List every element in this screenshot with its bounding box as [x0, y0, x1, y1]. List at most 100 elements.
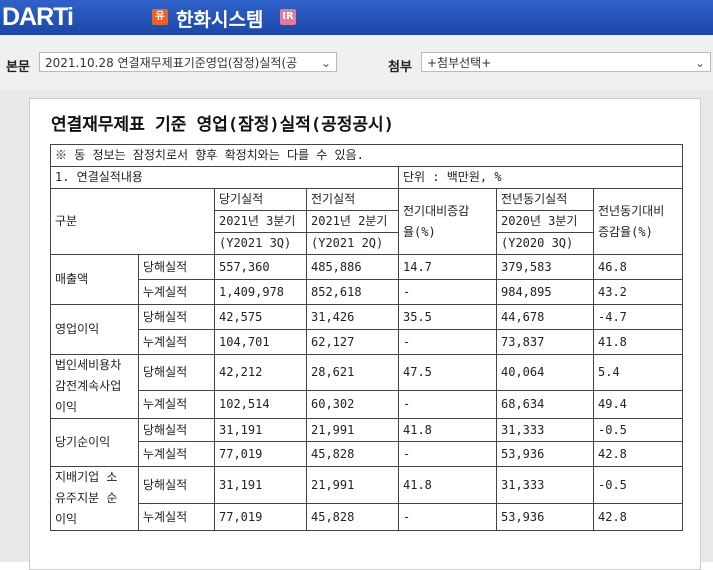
- cell-yoy-rate: 42.8: [593, 441, 683, 467]
- cell-prev: 852,618: [306, 279, 399, 305]
- current-code: (Y2021 3Q): [214, 232, 307, 255]
- cell-prev: 45,828: [306, 441, 399, 467]
- item-name: 법인세비용차 감전계속사업 이익: [50, 354, 139, 419]
- cell-prev: 21,991: [306, 418, 399, 442]
- attachment-select[interactable]: +첨부선택+ ⌄: [421, 52, 711, 72]
- cell-type: 누계실적: [138, 389, 215, 420]
- cell-cur: 42,575: [214, 304, 307, 330]
- cell-cur: 31,191: [214, 465, 307, 505]
- page-title: 연결재무제표 기준 영업(잠정)실적(공정공시): [51, 115, 394, 135]
- cell-yoy: 53,936: [496, 441, 594, 467]
- chevron-down-icon: ⌄: [694, 56, 705, 70]
- cell-yoy: 31,333: [496, 418, 594, 442]
- document-page: 연결재무제표 기준 영업(잠정)실적(공정공시) ※ 동 정보는 잠정치로서 향…: [29, 98, 701, 570]
- cell-type: 당해실적: [138, 304, 215, 330]
- cell-prev: 28,621: [306, 354, 399, 391]
- cell-yoy-rate: 42.8: [593, 503, 683, 531]
- cell-qoq: 41.8: [398, 465, 497, 505]
- cell-cur: 42,212: [214, 354, 307, 391]
- cell-type: 당해실적: [138, 418, 215, 442]
- cell-qoq: -: [398, 389, 497, 420]
- cell-yoy-rate: -0.5: [593, 418, 683, 442]
- prior-code: (Y2021 2Q): [306, 232, 399, 255]
- document-viewer: 연결재무제표 기준 영업(잠정)실적(공정공시) ※ 동 정보는 잠정치로서 향…: [0, 90, 713, 570]
- cell-prev: 485,886: [306, 254, 399, 280]
- category-header: 구분: [50, 188, 215, 255]
- table-body: 매출액 당해실적 557,360 485,886 14.7 379,583 46.8 누계실적…: [50, 254, 683, 531]
- cell-qoq: 41.8: [398, 418, 497, 442]
- cell-cur: 1,409,978: [214, 279, 307, 305]
- section-label: 1. 연결실적내용: [50, 166, 399, 189]
- cell-type: 누계실적: [138, 441, 215, 467]
- table-row: 영업이익 당해실적 42,575 31,426 35.5 44,678 -4.7: [50, 304, 683, 355]
- cell-cur: 31,191: [214, 418, 307, 442]
- cell-yoy-rate: 46.8: [593, 254, 683, 280]
- table-row: 지배기업 소 유주지분 순 이익 당해실적 31,191 21,991 41.8 31,333…: [50, 465, 683, 531]
- current-period-header: 당기실적: [214, 188, 307, 211]
- yoy-code: (Y2020 3Q): [496, 232, 594, 255]
- cell-yoy: 73,837: [496, 329, 594, 355]
- cell-qoq: 14.7: [398, 254, 497, 280]
- report-select[interactable]: 2021.10.28 연결재무제표기준영업(잠정)실적(공 ⌄: [39, 52, 337, 72]
- cell-cur: 557,360: [214, 254, 307, 280]
- report-label: 본문: [6, 60, 30, 75]
- cell-yoy-rate: -0.5: [593, 465, 683, 505]
- cell-yoy-rate: 5.4: [593, 354, 683, 391]
- item-name: 지배기업 소 유주지분 순 이익: [50, 466, 139, 531]
- item-name: 당기순이익: [50, 418, 139, 467]
- notice-text: ※ 동 정보는 잠정치로서 향후 확정치와는 다를 수 있음.: [50, 144, 683, 167]
- cell-yoy: 379,583: [496, 254, 594, 280]
- cell-yoy: 53,936: [496, 503, 594, 531]
- qoq-rate-header: 전기대비증감 율(%): [398, 188, 497, 255]
- dart-logo[interactable]: DARTi: [2, 3, 74, 32]
- cell-type: 누계실적: [138, 503, 215, 531]
- cell-qoq: -: [398, 279, 497, 305]
- table-row: 누계실적 77,019 45,828-53,936 42.8: [51, 441, 683, 467]
- cell-type: 당해실적: [138, 254, 215, 280]
- document-selector-bar: 본문 2021.10.28 연결재무제표기준영업(잠정)실적(공 ⌄ 첨부 +첨…: [0, 35, 713, 90]
- cell-yoy-rate: 49.4: [593, 389, 683, 420]
- yoy-period-header: 전년동기실적: [496, 188, 594, 211]
- table-row: 매출액 당해실적 557,360 485,886 14.7 379,583 46.8: [50, 254, 683, 305]
- cell-yoy: 984,895: [496, 279, 594, 305]
- cell-yoy: 44,678: [496, 304, 594, 330]
- disclosure-badge-icon[interactable]: 유: [152, 9, 168, 25]
- cell-cur: 77,019: [214, 441, 307, 467]
- report-select-value: 2021.10.28 연결재무제표기준영업(잠정)실적(공: [45, 56, 298, 70]
- attachment-label: 첨부: [388, 60, 412, 75]
- table-row: 법인세비용차 감전계속사업 이익 당해실적 42,212 28,621 47.5 40,064…: [50, 354, 683, 419]
- cell-prev: 45,828: [306, 503, 399, 531]
- table-row: 누계실적 102,514 60,302-68,634 49.4: [51, 389, 683, 420]
- cell-yoy: 31,333: [496, 465, 594, 505]
- cell-type: 당해실적: [138, 354, 215, 391]
- cell-qoq: 47.5: [398, 354, 497, 391]
- cell-prev: 21,991: [306, 465, 399, 505]
- prior-quarter: 2021년 2분기: [306, 210, 399, 233]
- cell-cur: 77,019: [214, 503, 307, 531]
- cell-yoy-rate: -4.7: [593, 304, 683, 330]
- table-row: 당기순이익 당해실적 31,191 21,991 41.8 31,333 -0.5: [50, 418, 683, 467]
- company-name: 한화시스템: [176, 9, 264, 31]
- cell-cur: 102,514: [214, 389, 307, 420]
- current-quarter: 2021년 3분기: [214, 210, 307, 233]
- prior-period-header: 전기실적: [306, 188, 399, 211]
- cell-qoq: -: [398, 329, 497, 355]
- cell-qoq: -: [398, 441, 497, 467]
- item-name: 영업이익: [50, 304, 139, 355]
- cell-type: 누계실적: [138, 279, 215, 305]
- table-row: 누계실적 104,701 62,127-73,837 41.8: [51, 329, 683, 355]
- yoy-rate-header: 전년동기대비 증감율(%): [593, 188, 683, 255]
- cell-type: 당해실적: [138, 465, 215, 505]
- ir-badge-icon[interactable]: IR: [280, 9, 296, 25]
- cell-prev: 62,127: [306, 329, 399, 355]
- attachment-select-value: +첨부선택+: [427, 56, 492, 70]
- cell-qoq: -: [398, 503, 497, 531]
- table-row: 누계실적 1,409,978 852,618-984,895 43.2: [51, 279, 683, 305]
- cell-prev: 60,302: [306, 389, 399, 420]
- table-row: 누계실적 77,019 45,828-53,936 42.8: [51, 503, 683, 531]
- unit-label: 단위 : 백만원, %: [398, 166, 683, 189]
- chevron-down-icon: ⌄: [320, 56, 331, 70]
- cell-yoy: 68,634: [496, 389, 594, 420]
- item-name: 매출액: [50, 254, 139, 305]
- yoy-quarter: 2020년 3분기: [496, 210, 594, 233]
